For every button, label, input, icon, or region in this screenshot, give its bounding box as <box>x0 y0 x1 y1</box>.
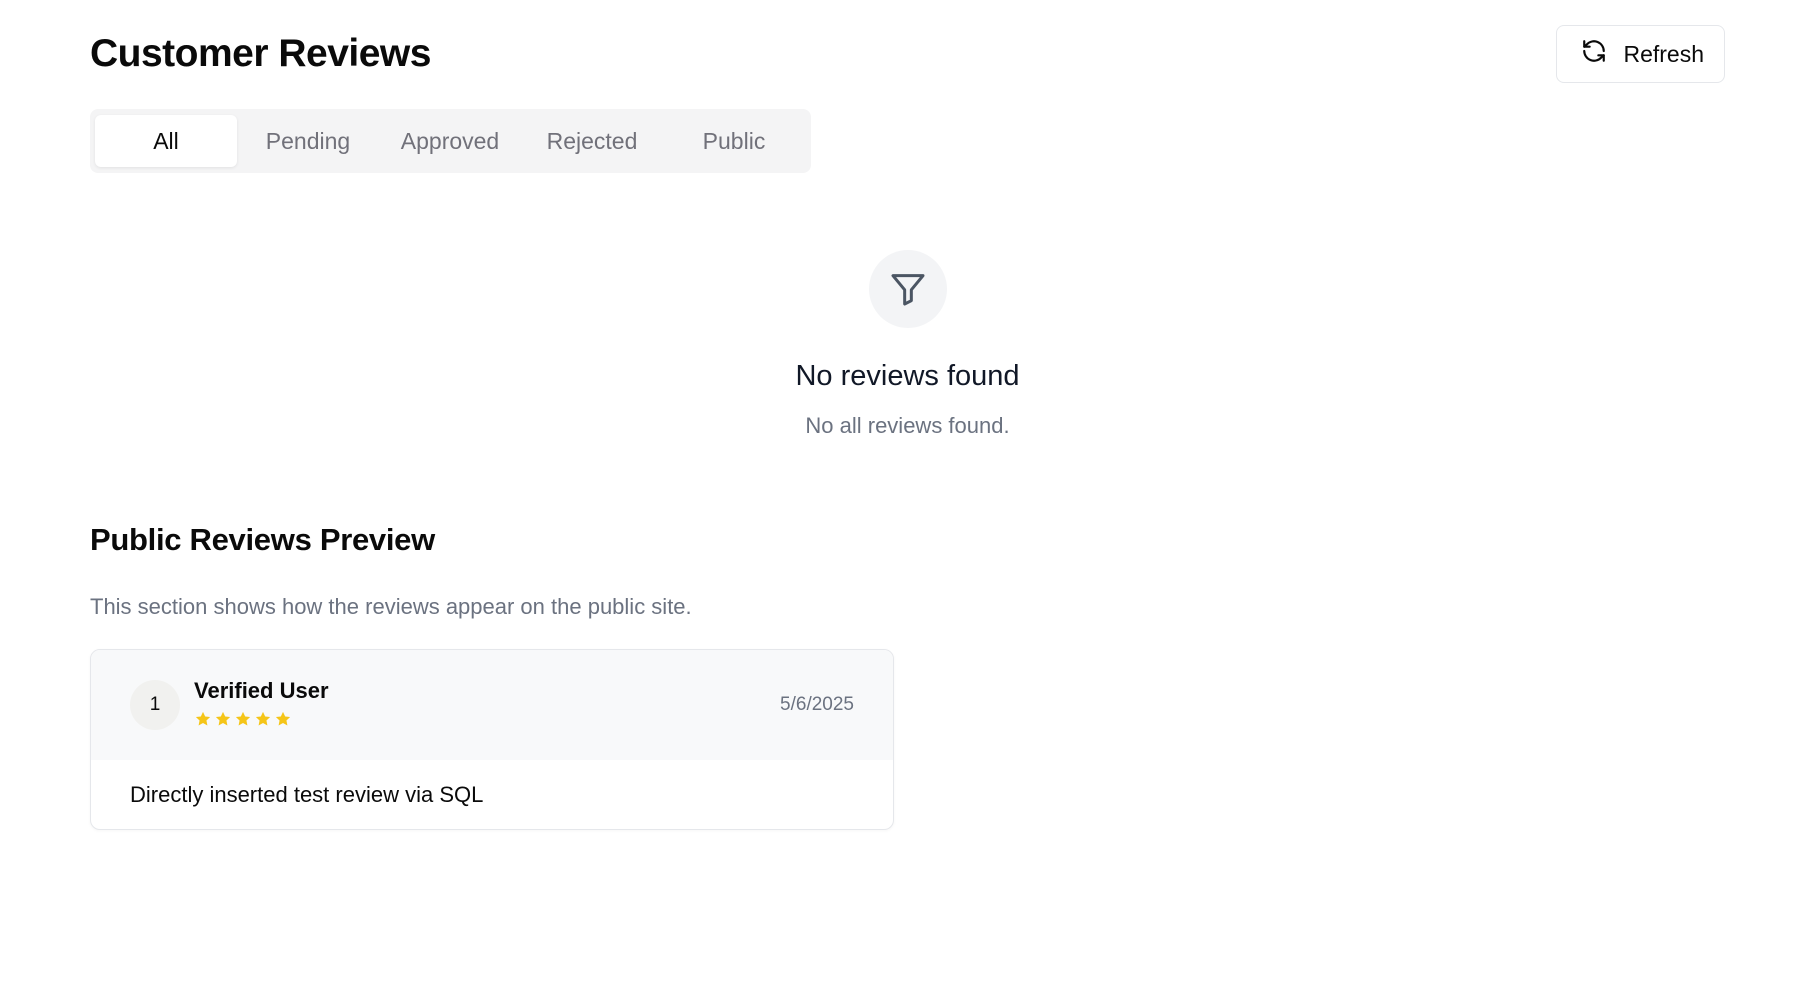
public-preview-description: This section shows how the reviews appea… <box>90 594 692 619</box>
reviewer-info: 1 Verified User <box>130 678 329 733</box>
tab-all[interactable]: All <box>95 115 237 167</box>
page-header: Customer Reviews Refresh <box>90 24 1725 84</box>
refresh-button[interactable]: Refresh <box>1556 25 1725 83</box>
star-icon <box>234 710 252 733</box>
tab-public[interactable]: Public <box>663 115 805 167</box>
star-rating <box>194 710 329 733</box>
public-preview-title: Public Reviews Preview <box>90 522 435 557</box>
review-card: 1 Verified User 5/6/2025 Directly insert… <box>90 649 894 830</box>
tab-pending[interactable]: Pending <box>237 115 379 167</box>
refresh-label: Refresh <box>1623 40 1704 67</box>
star-icon <box>194 710 212 733</box>
review-date: 5/6/2025 <box>780 694 854 715</box>
tab-rejected[interactable]: Rejected <box>521 115 663 167</box>
star-icon <box>274 710 292 733</box>
refresh-icon <box>1581 38 1607 70</box>
empty-state-description: No all reviews found. <box>805 413 1010 438</box>
reviewer-name: Verified User <box>194 677 329 703</box>
review-card-header: 1 Verified User 5/6/2025 <box>91 650 893 760</box>
status-tabs: All Pending Approved Rejected Public <box>90 109 811 173</box>
filter-icon <box>868 250 947 328</box>
star-icon <box>254 710 272 733</box>
review-text: Directly inserted test review via SQL <box>130 782 484 807</box>
empty-state: No reviews found No all reviews found. <box>90 250 1725 439</box>
page-title: Customer Reviews <box>90 32 431 75</box>
avatar: 1 <box>130 680 180 730</box>
reviews-page: Customer Reviews Refresh All Pending App… <box>0 0 1800 1008</box>
star-icon <box>214 710 232 733</box>
empty-state-title: No reviews found <box>795 360 1020 392</box>
tab-approved[interactable]: Approved <box>379 115 521 167</box>
